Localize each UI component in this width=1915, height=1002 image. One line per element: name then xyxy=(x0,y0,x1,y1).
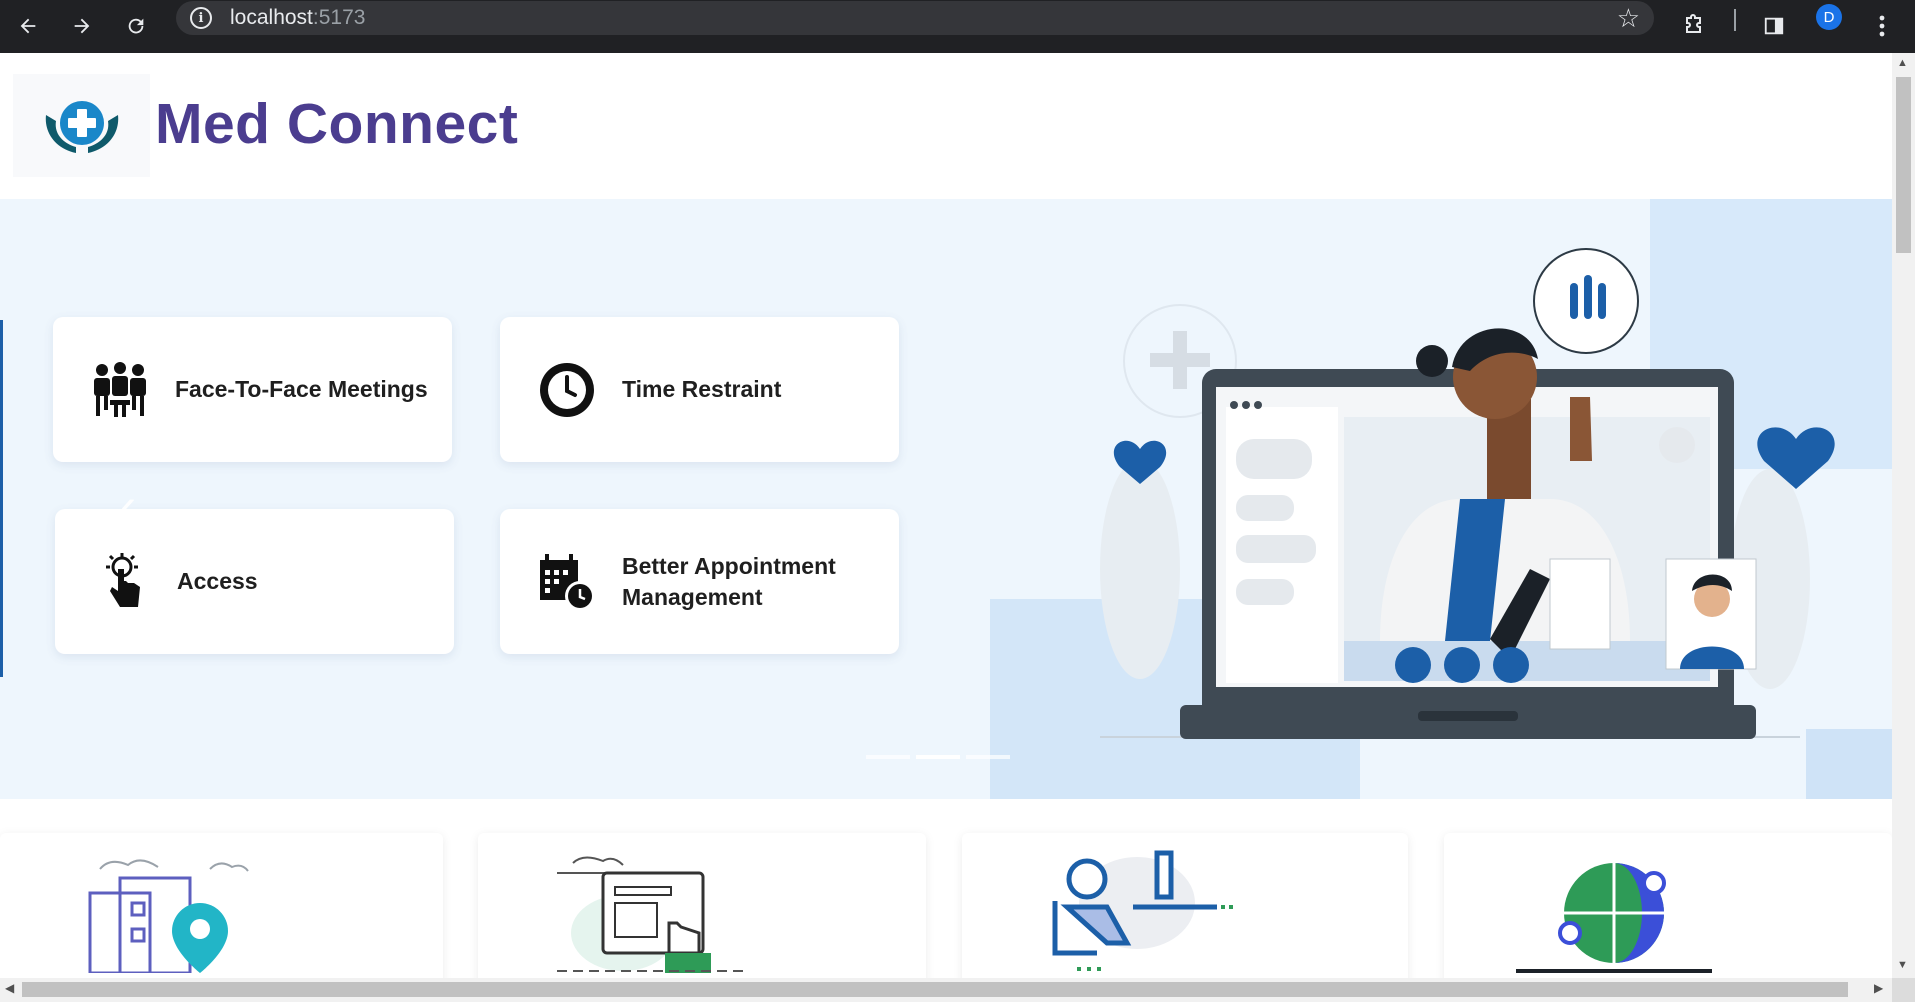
scrollbar-corner xyxy=(1892,978,1915,1002)
brand-title[interactable]: Med Connect xyxy=(155,91,518,157)
feature-label: Time Restraint xyxy=(622,376,782,402)
carousel-dot[interactable] xyxy=(966,755,1010,759)
calendar-clock-icon xyxy=(534,549,600,615)
feature-card-time-restraint[interactable]: Time Restraint xyxy=(500,317,899,462)
horizontal-scrollbar[interactable]: ◀ ▶ xyxy=(0,978,1892,1002)
hero-accent-bar xyxy=(0,320,3,677)
desk-worker-icon xyxy=(1052,850,1233,971)
carousel-dot[interactable] xyxy=(916,755,960,759)
browser-toolbar: i localhost:5173 ☆ D xyxy=(0,0,1915,53)
clinic-location-icon xyxy=(88,859,249,973)
feature-label: Better Appointment Management xyxy=(622,552,836,610)
reload-icon[interactable] xyxy=(114,4,158,48)
carousel-indicators xyxy=(866,755,1010,759)
back-arrow-icon[interactable] xyxy=(6,4,50,48)
scroll-right-arrow[interactable]: ▶ xyxy=(1874,981,1883,995)
services-row xyxy=(0,833,1892,978)
carousel-dot[interactable] xyxy=(866,755,910,759)
feature-card-appointment-management[interactable]: Better Appointment Management xyxy=(500,509,899,654)
scroll-left-arrow[interactable]: ◀ xyxy=(5,981,14,995)
touch-access-icon xyxy=(89,549,155,615)
service-card[interactable] xyxy=(1444,833,1892,978)
url-text[interactable]: localhost:5173 xyxy=(230,6,365,30)
scroll-up-arrow[interactable]: ▲ xyxy=(1897,57,1908,69)
medical-cross-hands-icon xyxy=(45,100,118,153)
logo[interactable] xyxy=(13,74,150,177)
feature-card-access[interactable]: Access xyxy=(55,509,454,654)
more-menu-icon[interactable] xyxy=(1860,4,1904,48)
page-viewport: Med Connect Face-To-Face Meetings Time R… xyxy=(0,53,1892,978)
site-info-icon[interactable]: i xyxy=(190,7,212,29)
group-meeting-icon xyxy=(87,357,153,423)
clock-icon xyxy=(534,357,600,423)
feature-card-face-to-face[interactable]: Face-To-Face Meetings xyxy=(53,317,452,462)
horizontal-scroll-thumb[interactable] xyxy=(22,982,1848,997)
bookmark-star-icon[interactable]: ☆ xyxy=(1617,1,1640,35)
global-network-icon xyxy=(1516,863,1712,973)
vertical-scroll-thumb[interactable] xyxy=(1896,77,1911,253)
address-bar[interactable]: i localhost:5173 ☆ xyxy=(176,1,1654,35)
hero-carousel: Face-To-Face Meetings Time Restraint Acc… xyxy=(0,199,1892,799)
service-card[interactable] xyxy=(962,833,1408,978)
feature-label: Face-To-Face Meetings xyxy=(175,376,428,402)
service-card[interactable] xyxy=(0,833,443,978)
feature-label: Access xyxy=(177,568,258,594)
vertical-scrollbar[interactable]: ▲ ▼ xyxy=(1892,53,1915,978)
scroll-down-arrow[interactable]: ▼ xyxy=(1897,959,1908,971)
profile-avatar[interactable]: D xyxy=(1816,4,1842,30)
forward-arrow-icon[interactable] xyxy=(60,4,104,48)
toolbar-divider xyxy=(1734,9,1736,31)
online-booking-icon xyxy=(557,856,749,973)
doctor-video-call-illustration xyxy=(990,199,1892,799)
service-card[interactable] xyxy=(478,833,926,978)
side-panel-icon[interactable] xyxy=(1752,4,1796,48)
carousel-prev-arrow[interactable]: ‹ xyxy=(120,479,136,534)
extensions-icon[interactable] xyxy=(1672,4,1716,48)
